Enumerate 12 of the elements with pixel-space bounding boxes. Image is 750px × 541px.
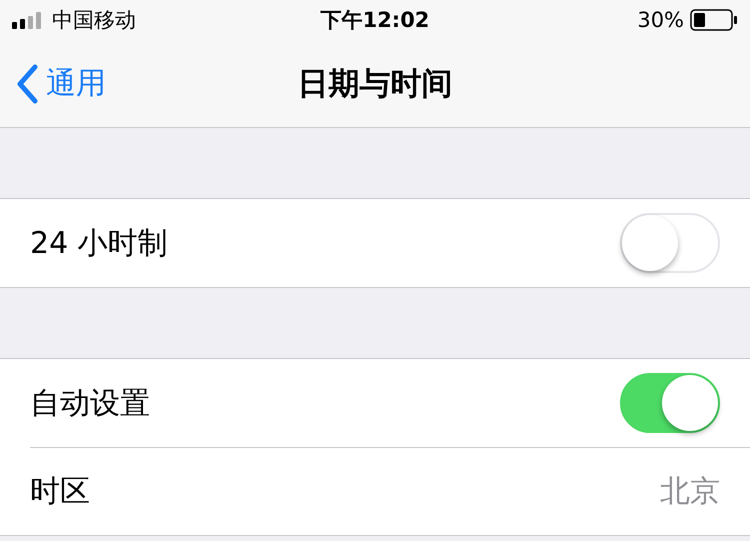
clock-time: 下午12:02	[320, 7, 430, 34]
carrier-name: 中国移动	[52, 7, 136, 34]
setting-label: 时区	[30, 473, 91, 511]
battery-percent: 30%	[637, 8, 684, 32]
setting-label: 自动设置	[30, 384, 151, 422]
page-title: 日期与时间	[298, 66, 452, 102]
back-button[interactable]: 通用	[16, 63, 106, 104]
setting-value: 北京	[660, 473, 720, 511]
battery-icon	[690, 9, 738, 31]
chevron-left-icon	[16, 64, 38, 104]
setting-label: 24 小时制	[30, 224, 169, 262]
toggle-switch[interactable]	[620, 373, 720, 433]
